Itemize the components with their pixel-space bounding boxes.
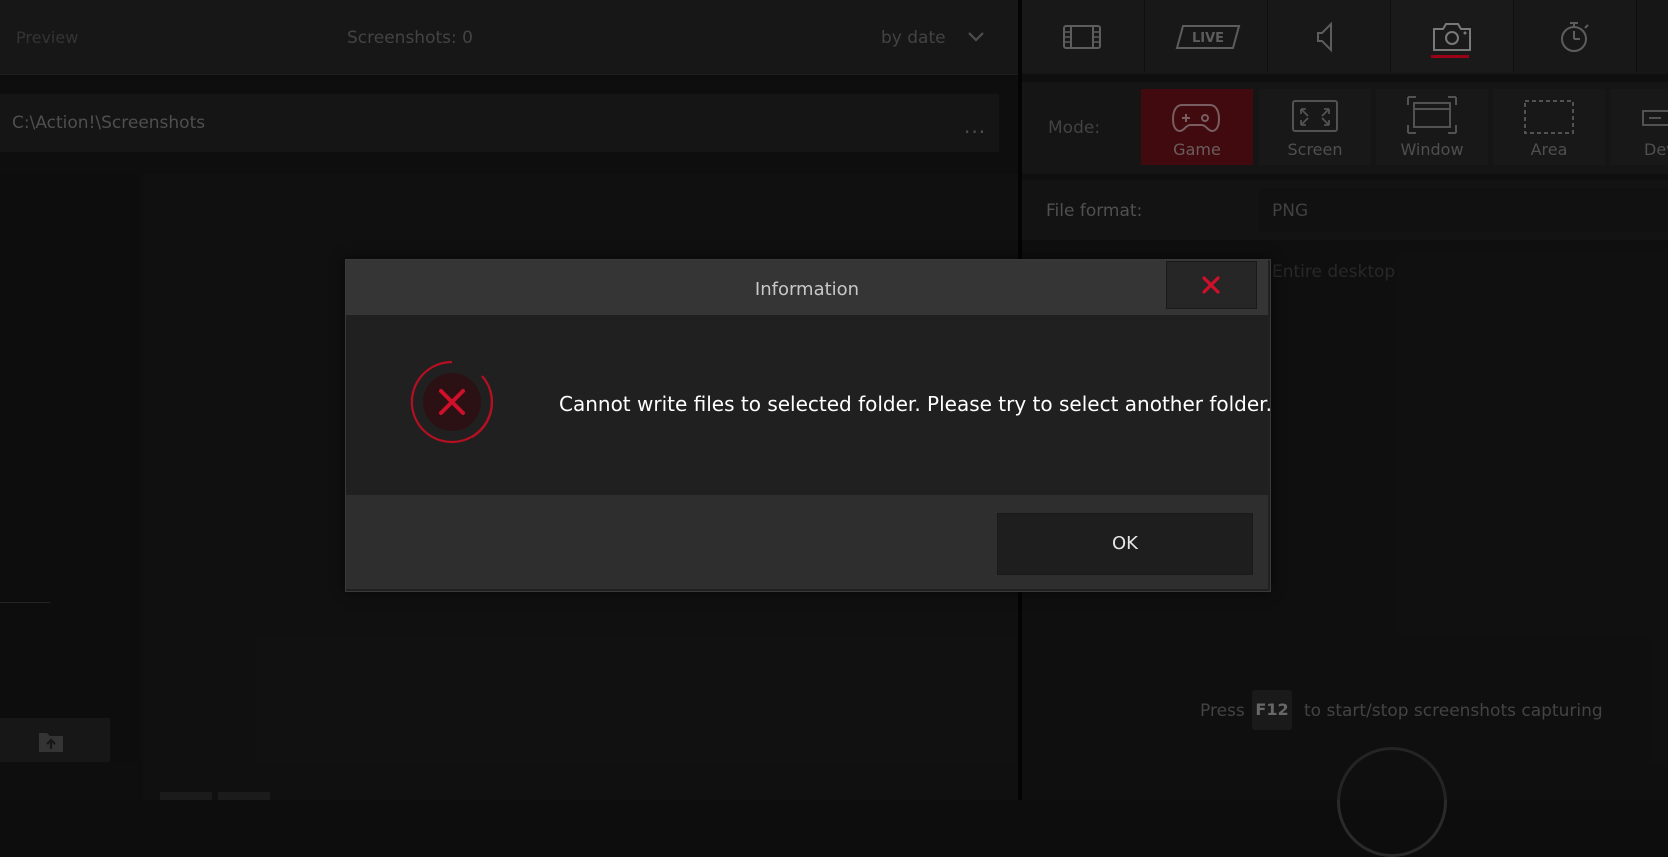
ok-button[interactable]: OK: [997, 513, 1253, 575]
error-icon: [410, 360, 494, 444]
close-icon: [1202, 276, 1220, 294]
dialog-title: Information: [754, 279, 860, 300]
dialog-close-button[interactable]: [1166, 261, 1257, 309]
dialog-message: Cannot write files to selected folder. P…: [559, 392, 1272, 416]
